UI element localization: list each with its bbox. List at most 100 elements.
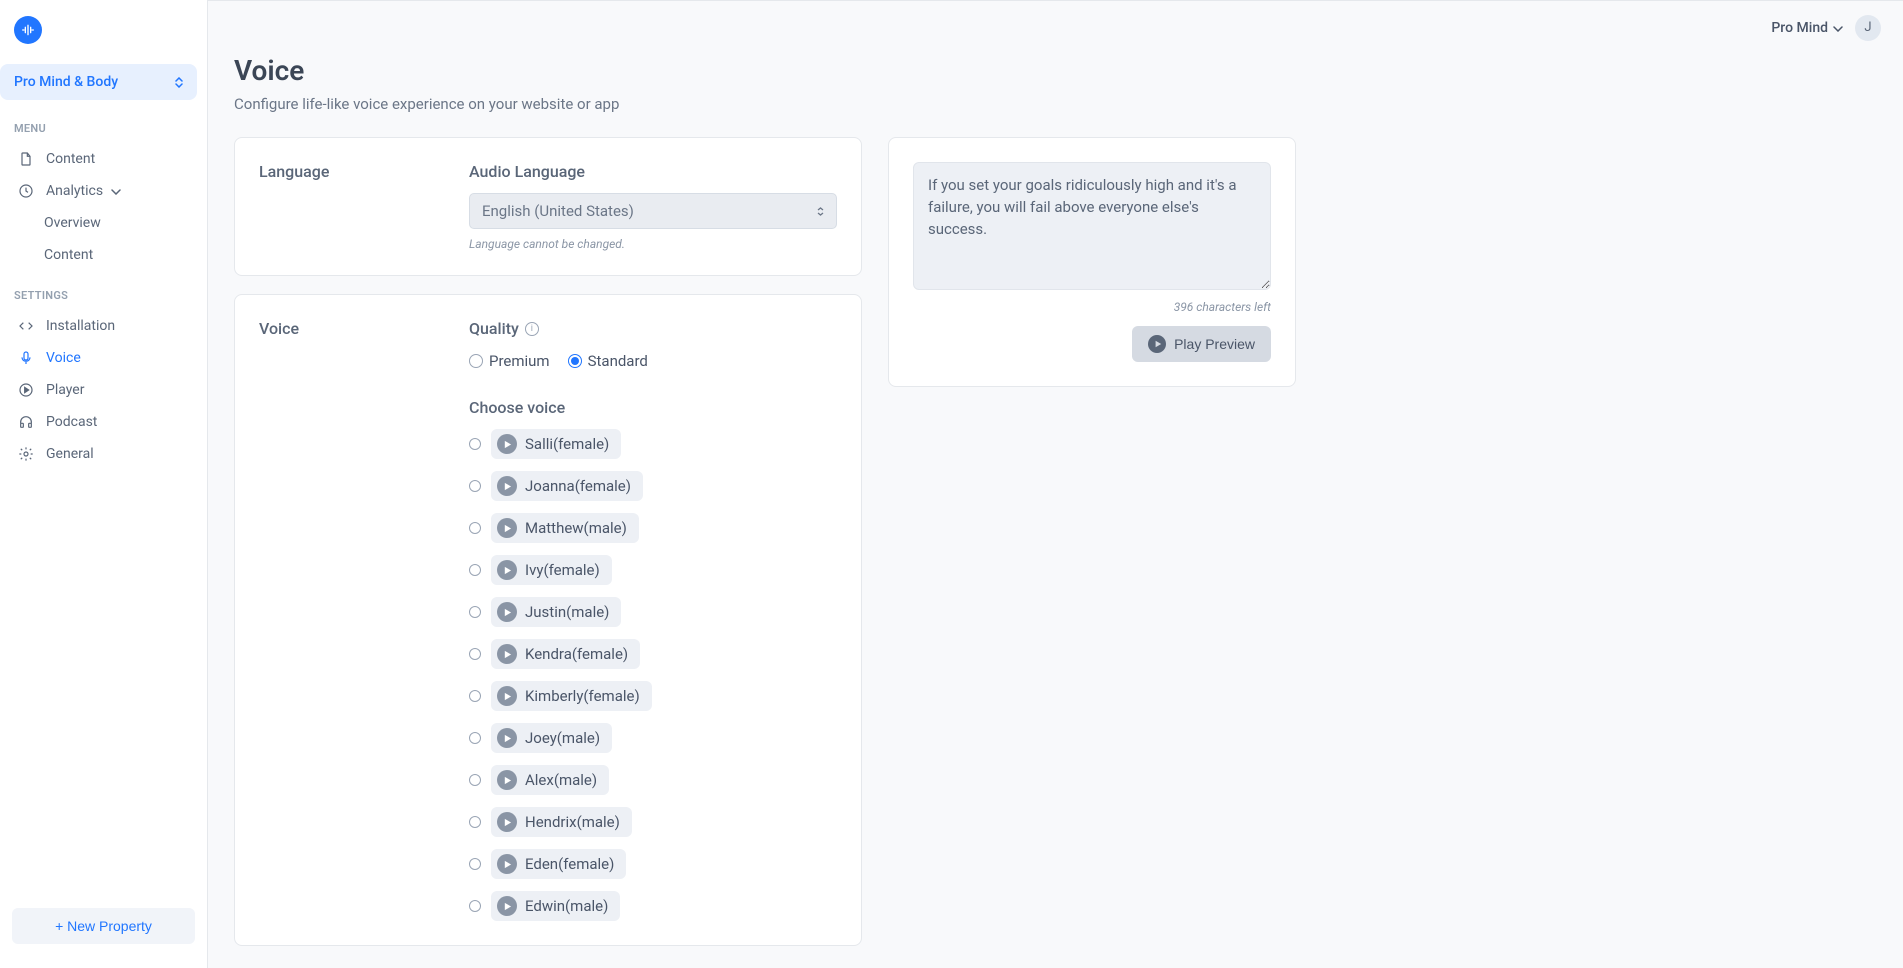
voice-chip[interactable]: Joanna(female)	[491, 471, 643, 501]
quality-option-standard[interactable]: Standard	[568, 352, 648, 370]
sidebar-item-label: Podcast	[46, 414, 97, 430]
voice-radio[interactable]	[469, 732, 481, 744]
app-logo[interactable]	[14, 16, 42, 44]
voice-name: Salli(female)	[525, 435, 609, 453]
sidebar-item-label: Player	[46, 382, 84, 398]
voice-chip[interactable]: Justin(male)	[491, 597, 621, 627]
sidebar-item-general[interactable]: General	[0, 438, 207, 470]
user-avatar[interactable]: J	[1855, 15, 1881, 41]
sidebar-item-label: Analytics	[46, 183, 103, 199]
voice-option: Kendra(female)	[469, 639, 837, 669]
play-icon	[1148, 335, 1166, 353]
property-selector[interactable]: Pro Mind & Body	[0, 64, 197, 100]
voice-option: Kimberly(female)	[469, 681, 837, 711]
language-section-label: Language	[259, 162, 449, 251]
voice-option: Ivy(female)	[469, 555, 837, 585]
voice-name: Alex(male)	[525, 771, 597, 789]
audio-language-value: English (United States)	[482, 202, 634, 220]
voice-name: Kendra(female)	[525, 645, 628, 663]
topbar: Pro Mind J	[208, 0, 1903, 54]
voice-radio[interactable]	[469, 816, 481, 828]
sidebar-item-content[interactable]: Content	[0, 143, 207, 175]
main: Pro Mind J Voice Configure life-like voi…	[208, 0, 1903, 968]
voice-chip[interactable]: Kendra(female)	[491, 639, 640, 669]
quality-option-label: Premium	[489, 352, 550, 370]
voice-radio[interactable]	[469, 900, 481, 912]
sidebar-item-installation[interactable]: Installation	[0, 310, 207, 342]
audio-language-select: English (United States)	[469, 193, 837, 229]
play-preview-button[interactable]: Play Preview	[1132, 326, 1271, 362]
voice-option: Alex(male)	[469, 765, 837, 795]
play-icon	[497, 854, 517, 874]
voice-section-label: Voice	[259, 319, 449, 921]
sidebar-item-podcast[interactable]: Podcast	[0, 406, 207, 438]
voice-name: Joey(male)	[525, 729, 600, 747]
page-title: Voice	[234, 54, 1877, 87]
play-icon	[497, 644, 517, 664]
updown-icon	[175, 77, 183, 88]
voice-card: Voice Quality i Premium Standard Choose v…	[234, 294, 862, 946]
quality-option-premium[interactable]: Premium	[469, 352, 550, 370]
voice-option: Eden(female)	[469, 849, 837, 879]
updown-icon	[817, 207, 824, 216]
quality-radio-group: Premium Standard	[469, 352, 837, 370]
play-icon	[497, 602, 517, 622]
info-icon[interactable]: i	[525, 322, 539, 336]
clock-icon	[18, 183, 34, 199]
char-count: 396 characters left	[913, 300, 1271, 314]
sidebar-item-voice[interactable]: Voice	[0, 342, 207, 374]
voice-option: Salli(female)	[469, 429, 837, 459]
voice-radio[interactable]	[469, 648, 481, 660]
headphones-icon	[18, 414, 34, 430]
play-icon	[497, 770, 517, 790]
play-icon	[497, 518, 517, 538]
play-icon	[497, 476, 517, 496]
voice-chip[interactable]: Hendrix(male)	[491, 807, 632, 837]
voice-radio[interactable]	[469, 438, 481, 450]
voice-chip[interactable]: Edwin(male)	[491, 891, 620, 921]
code-icon	[18, 318, 34, 334]
play-icon	[497, 560, 517, 580]
play-icon	[497, 812, 517, 832]
voice-chip[interactable]: Joey(male)	[491, 723, 612, 753]
radio-icon	[469, 354, 483, 368]
voice-chip[interactable]: Matthew(male)	[491, 513, 639, 543]
sidebar: Pro Mind & Body MENU Content Analytics O…	[0, 0, 208, 968]
voice-name: Eden(female)	[525, 855, 614, 873]
voice-chip[interactable]: Ivy(female)	[491, 555, 612, 585]
sidebar-sub-overview[interactable]: Overview	[0, 207, 207, 239]
preview-textarea[interactable]	[913, 162, 1271, 290]
voice-radio[interactable]	[469, 690, 481, 702]
voice-radio[interactable]	[469, 564, 481, 576]
voice-radio[interactable]	[469, 606, 481, 618]
voice-list: Salli(female) Joanna(female) Matthew(male)…	[469, 429, 837, 921]
preview-card: 396 characters left Play Preview	[888, 137, 1296, 387]
voice-radio[interactable]	[469, 522, 481, 534]
voice-radio[interactable]	[469, 480, 481, 492]
voice-name: Edwin(male)	[525, 897, 608, 915]
workspace-dropdown[interactable]: Pro Mind	[1771, 20, 1843, 36]
voice-radio[interactable]	[469, 774, 481, 786]
voice-chip[interactable]: Kimberly(female)	[491, 681, 652, 711]
voice-name: Hendrix(male)	[525, 813, 620, 831]
sidebar-item-label: Content	[46, 151, 95, 167]
sidebar-item-player[interactable]: Player	[0, 374, 207, 406]
chevron-down-icon	[1833, 20, 1843, 36]
voice-chip[interactable]: Eden(female)	[491, 849, 626, 879]
voice-chip[interactable]: Alex(male)	[491, 765, 609, 795]
play-icon	[497, 896, 517, 916]
quality-option-label: Standard	[588, 352, 648, 370]
new-property-button[interactable]: + New Property	[12, 908, 195, 944]
property-name: Pro Mind & Body	[14, 74, 118, 90]
voice-chip[interactable]: Salli(female)	[491, 429, 621, 459]
voice-radio[interactable]	[469, 858, 481, 870]
voice-option: Hendrix(male)	[469, 807, 837, 837]
sidebar-sub-content[interactable]: Content	[0, 239, 207, 271]
voice-option: Joanna(female)	[469, 471, 837, 501]
file-icon	[18, 151, 34, 167]
mic-icon	[18, 350, 34, 366]
sidebar-item-analytics[interactable]: Analytics	[0, 175, 207, 207]
choose-voice-label: Choose voice	[469, 398, 837, 417]
workspace-name: Pro Mind	[1771, 20, 1828, 36]
quality-label: Quality	[469, 319, 519, 338]
